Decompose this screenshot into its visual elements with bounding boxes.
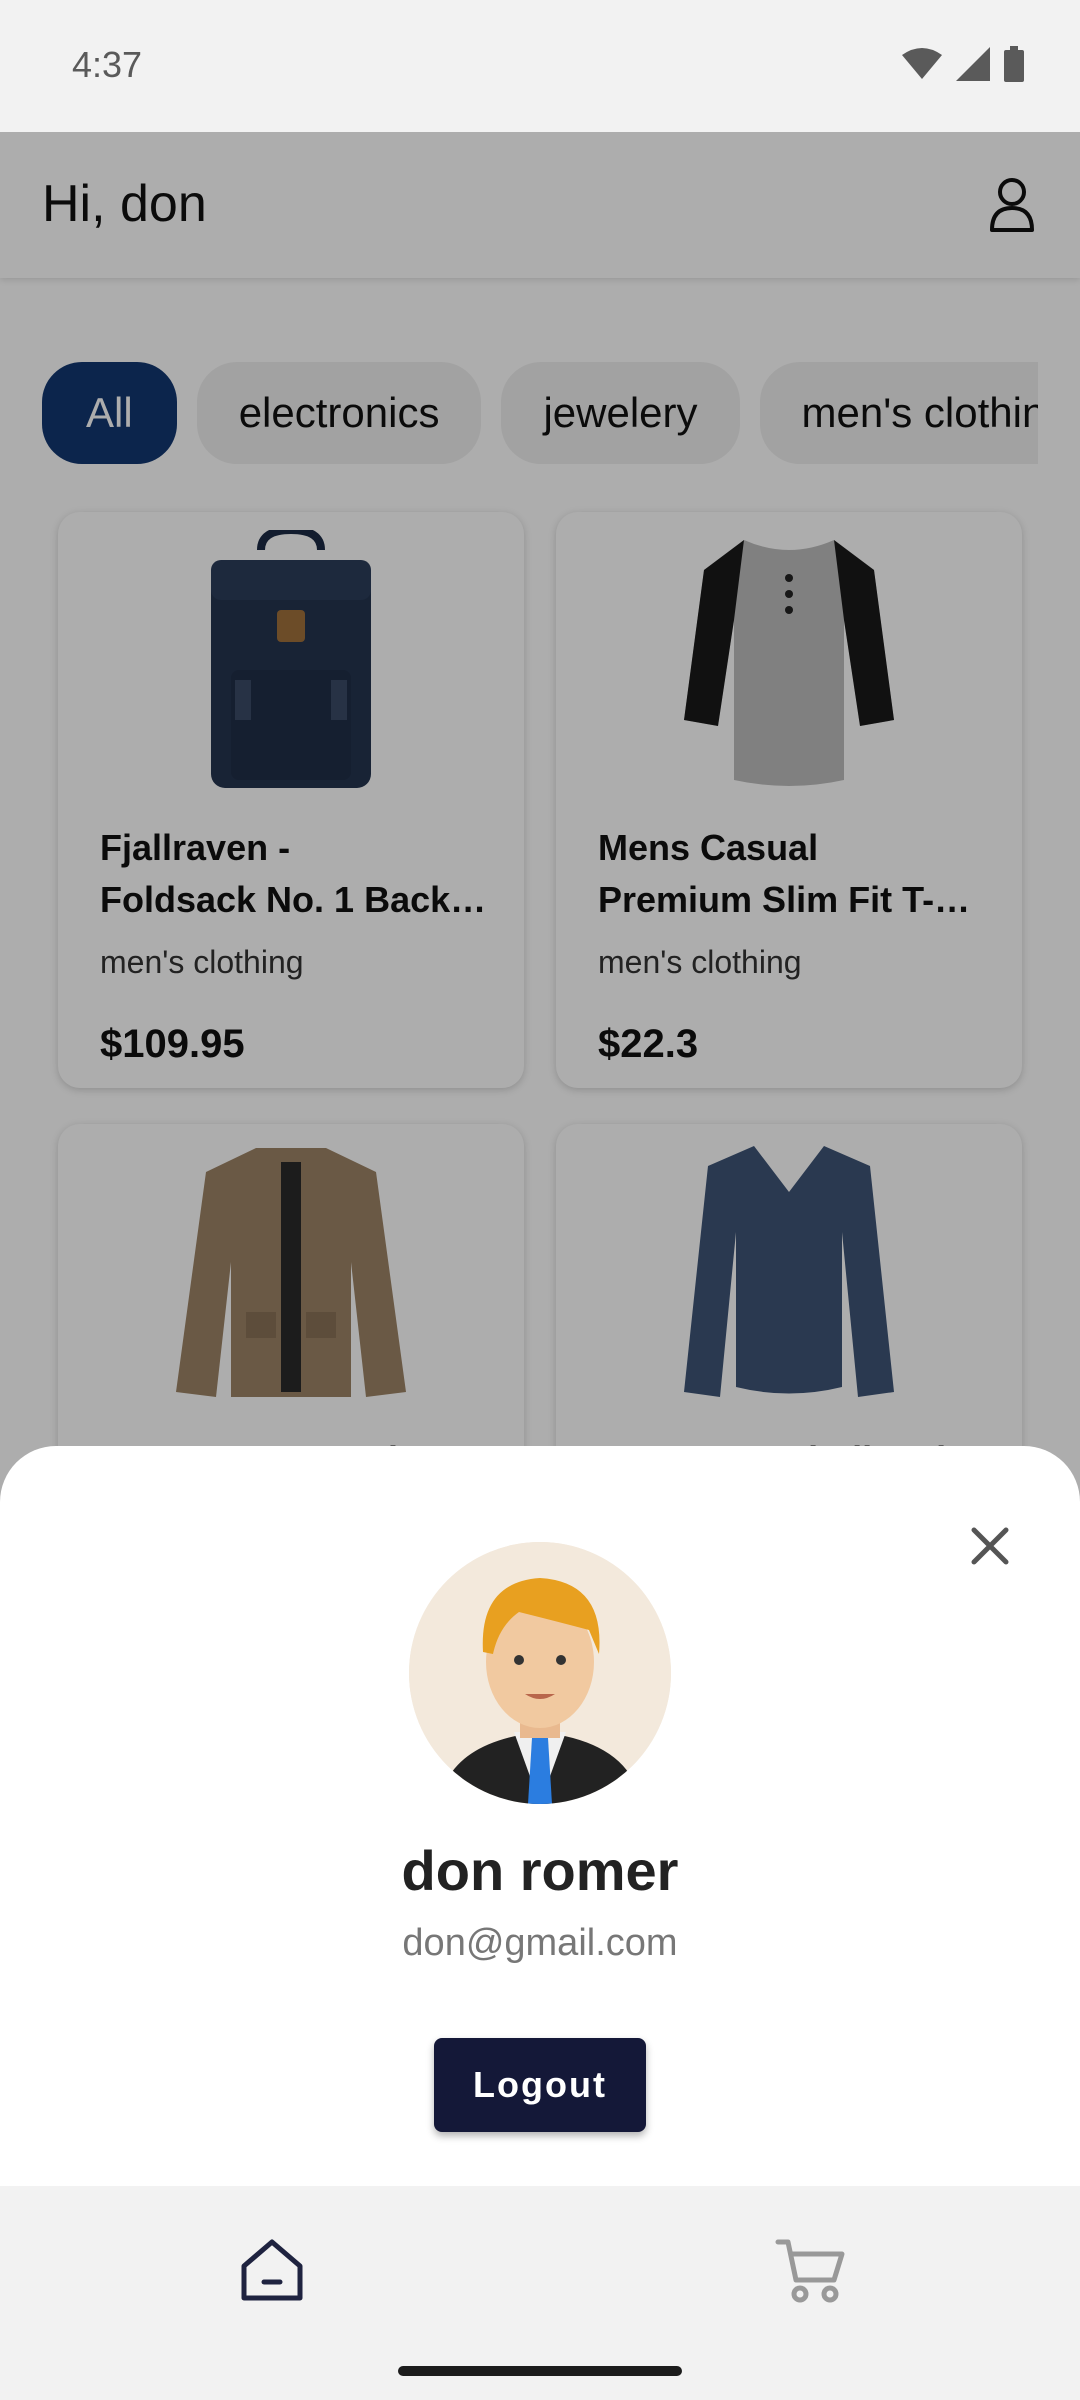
cart-icon[interactable] — [774, 2234, 848, 2306]
profile-email: don@gmail.com — [402, 1922, 678, 1964]
close-icon[interactable] — [960, 1516, 1020, 1576]
status-bar: 4:37 — [0, 0, 1080, 132]
battery-icon — [1004, 46, 1024, 82]
home-icon[interactable] — [236, 2234, 308, 2306]
status-icons — [902, 44, 1024, 84]
profile-name: don romer — [401, 1839, 679, 1902]
profile-bottom-sheet: don romer don@gmail.com Logout — [0, 1446, 1080, 2238]
avatar — [409, 1542, 671, 1804]
logout-button[interactable]: Logout — [434, 2038, 646, 2132]
status-time: 4:37 — [72, 44, 143, 85]
home-screen: Hi, don All electronics jewelery men's clot… — [0, 132, 1080, 2400]
wifi-icon — [902, 48, 942, 79]
bottom-nav — [0, 2186, 1080, 2400]
signal-icon — [956, 47, 990, 81]
home-indicator — [398, 2366, 682, 2376]
